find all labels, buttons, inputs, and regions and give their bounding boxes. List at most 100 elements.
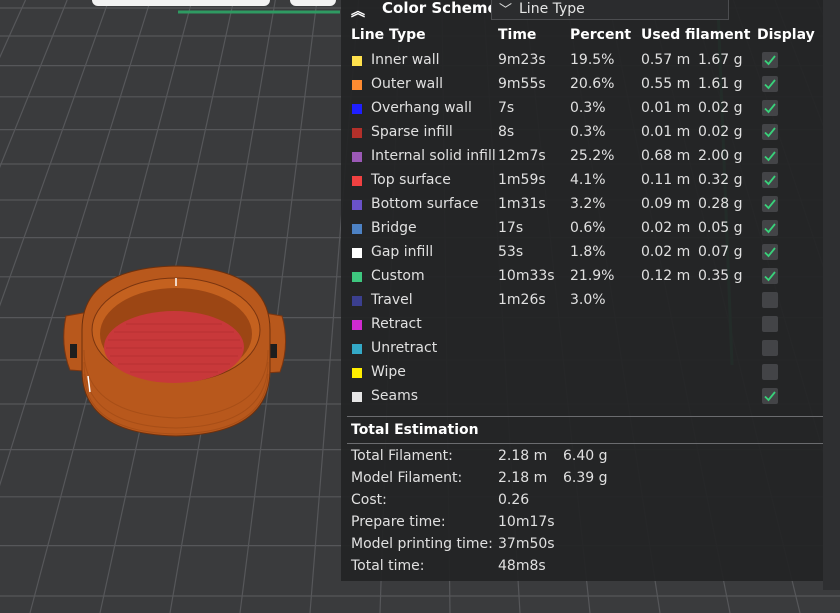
legend-row: Travel 1m26s 3.0% bbox=[341, 289, 823, 313]
checkmark-icon bbox=[764, 271, 776, 282]
line-type-name: Gap infill bbox=[371, 244, 434, 260]
color-swatch bbox=[352, 296, 362, 306]
filament-length: 0.12 m bbox=[641, 268, 691, 284]
legend-row: Unretract bbox=[341, 337, 823, 361]
total-label: Total time: bbox=[351, 558, 425, 574]
display-checkbox[interactable] bbox=[762, 76, 778, 92]
legend-row: Seams bbox=[341, 385, 823, 409]
time-value: 9m55s bbox=[498, 76, 546, 92]
color-swatch bbox=[352, 200, 362, 210]
legend-row: Outer wall 9m55s 20.6% 0.55 m 1.61 g bbox=[341, 73, 823, 97]
filament-weight: 0.28 g bbox=[698, 196, 743, 212]
time-value: 8s bbox=[498, 124, 515, 140]
legend-row: Bridge 17s 0.6% 0.02 m 0.05 g bbox=[341, 217, 823, 241]
right-side-strip bbox=[823, 0, 840, 590]
checkmark-icon bbox=[764, 247, 776, 258]
display-checkbox[interactable] bbox=[762, 316, 778, 332]
total-row: Total time: 48m8s bbox=[341, 556, 823, 578]
line-type-name: Wipe bbox=[371, 364, 406, 380]
total-label: Total Filament: bbox=[351, 448, 453, 464]
display-checkbox[interactable] bbox=[762, 172, 778, 188]
percent-value: 0.3% bbox=[570, 100, 606, 116]
line-type-name: Sparse infill bbox=[371, 124, 453, 140]
legend-row: Sparse infill 8s 0.3% 0.01 m 0.02 g bbox=[341, 121, 823, 145]
display-checkbox[interactable] bbox=[762, 52, 778, 68]
column-header-time: Time bbox=[498, 27, 537, 43]
total-estimation-title: Total Estimation bbox=[351, 422, 479, 438]
legend-row: Custom 10m33s 21.9% 0.12 m 0.35 g bbox=[341, 265, 823, 289]
display-checkbox[interactable] bbox=[762, 388, 778, 404]
color-swatch bbox=[352, 152, 362, 162]
time-value: 10m33s bbox=[498, 268, 555, 284]
display-checkbox[interactable] bbox=[762, 148, 778, 164]
checkmark-icon bbox=[764, 151, 776, 162]
checkmark-icon bbox=[764, 175, 776, 186]
legend-panel: ︽ Color Scheme ﹀ Line Type Line Type Tim… bbox=[341, 0, 823, 581]
collapse-chevron-icon[interactable]: ︽ bbox=[351, 1, 365, 21]
total-row: Model Filament: 2.18 m 6.39 g bbox=[341, 468, 823, 490]
color-swatch bbox=[352, 128, 362, 138]
display-checkbox[interactable] bbox=[762, 244, 778, 260]
percent-value: 20.6% bbox=[570, 76, 615, 92]
display-checkbox[interactable] bbox=[762, 364, 778, 380]
display-checkbox[interactable] bbox=[762, 100, 778, 116]
percent-value: 0.3% bbox=[570, 124, 606, 140]
legend-row: Gap infill 53s 1.8% 0.02 m 0.07 g bbox=[341, 241, 823, 265]
color-scheme-dropdown[interactable]: ﹀ Line Type bbox=[491, 0, 729, 20]
filament-weight: 0.35 g bbox=[698, 268, 743, 284]
filament-weight: 0.07 g bbox=[698, 244, 743, 260]
filament-length: 0.57 m bbox=[641, 52, 691, 68]
percent-value: 25.2% bbox=[570, 148, 615, 164]
color-swatch bbox=[352, 368, 362, 378]
total-row: Prepare time: 10m17s bbox=[341, 512, 823, 534]
time-value: 9m23s bbox=[498, 52, 546, 68]
line-type-name: Bridge bbox=[371, 220, 417, 236]
chevron-down-icon: ﹀ bbox=[499, 3, 513, 18]
checkmark-icon bbox=[764, 223, 776, 234]
display-checkbox[interactable] bbox=[762, 220, 778, 236]
color-swatch bbox=[352, 56, 362, 66]
legend-header: ︽ Color Scheme ﹀ Line Type bbox=[341, 0, 823, 22]
filament-weight: 0.02 g bbox=[698, 100, 743, 116]
percent-value: 19.5% bbox=[570, 52, 615, 68]
percent-value: 1.8% bbox=[570, 244, 606, 260]
color-swatch bbox=[352, 344, 362, 354]
total-value: 2.18 m bbox=[498, 470, 548, 486]
column-header-display: Display bbox=[757, 27, 815, 43]
filament-weight: 1.67 g bbox=[698, 52, 743, 68]
total-value: 37m50s bbox=[498, 536, 555, 552]
line-type-name: Bottom surface bbox=[371, 196, 479, 212]
checkmark-icon bbox=[764, 127, 776, 138]
toolbar-pill-left bbox=[92, 0, 270, 6]
total-label: Cost: bbox=[351, 492, 387, 508]
total-value: 2.18 m bbox=[498, 448, 548, 464]
filament-length: 0.02 m bbox=[641, 244, 691, 260]
line-type-name: Retract bbox=[371, 316, 422, 332]
time-value: 1m31s bbox=[498, 196, 546, 212]
total-value: 48m8s bbox=[498, 558, 546, 574]
divider bbox=[347, 443, 823, 444]
display-checkbox[interactable] bbox=[762, 340, 778, 356]
line-type-name: Top surface bbox=[371, 172, 451, 188]
line-type-name: Internal solid infill bbox=[371, 148, 496, 164]
filament-length: 0.09 m bbox=[641, 196, 691, 212]
time-value: 12m7s bbox=[498, 148, 546, 164]
filament-weight: 0.05 g bbox=[698, 220, 743, 236]
display-checkbox[interactable] bbox=[762, 292, 778, 308]
total-secondary-value: 6.40 g bbox=[563, 448, 608, 464]
checkmark-icon bbox=[764, 391, 776, 402]
percent-value: 21.9% bbox=[570, 268, 615, 284]
checkmark-icon bbox=[764, 79, 776, 90]
line-type-name: Inner wall bbox=[371, 52, 440, 68]
line-type-name: Travel bbox=[371, 292, 413, 308]
display-checkbox[interactable] bbox=[762, 124, 778, 140]
filament-length: 0.11 m bbox=[641, 172, 691, 188]
column-header-percent: Percent bbox=[570, 27, 632, 43]
percent-value: 3.0% bbox=[570, 292, 606, 308]
line-type-name: Outer wall bbox=[371, 76, 444, 92]
line-type-name: Custom bbox=[371, 268, 425, 284]
display-checkbox[interactable] bbox=[762, 268, 778, 284]
filament-length: 0.01 m bbox=[641, 124, 691, 140]
display-checkbox[interactable] bbox=[762, 196, 778, 212]
percent-value: 3.2% bbox=[570, 196, 606, 212]
